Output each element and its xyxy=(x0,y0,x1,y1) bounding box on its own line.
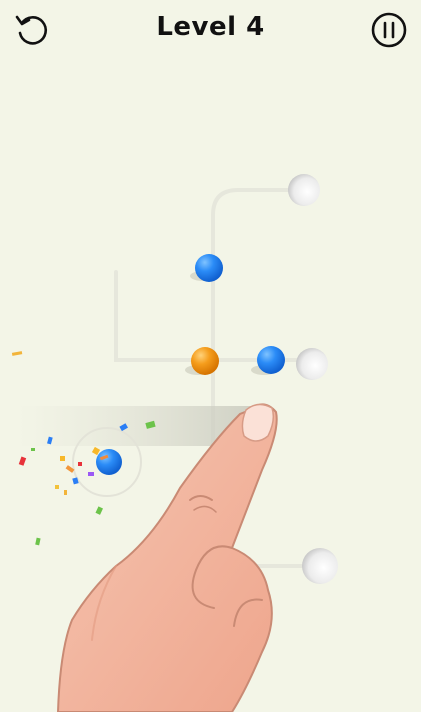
game-screen: Level 4 xyxy=(0,0,421,712)
pause-icon xyxy=(371,12,407,48)
ball-blue-selected[interactable] xyxy=(96,449,122,475)
confetti xyxy=(11,351,156,546)
goal-hole-middle xyxy=(296,348,328,380)
fingernail xyxy=(241,403,275,442)
ball-orange[interactable] xyxy=(191,347,219,375)
track-top xyxy=(211,188,304,270)
balls xyxy=(185,254,285,375)
ball-blue-1[interactable] xyxy=(195,254,223,282)
level-title: Level 4 xyxy=(156,12,265,42)
game-board[interactable] xyxy=(0,0,421,712)
ball-blue-2[interactable] xyxy=(257,346,285,374)
pause-button[interactable] xyxy=(369,10,409,50)
goal-hole-bottom xyxy=(302,548,338,584)
top-bar: Level 4 xyxy=(0,0,421,60)
goal-hole-top xyxy=(288,174,320,206)
goal-holes xyxy=(288,174,338,584)
finger-hand xyxy=(56,403,278,712)
